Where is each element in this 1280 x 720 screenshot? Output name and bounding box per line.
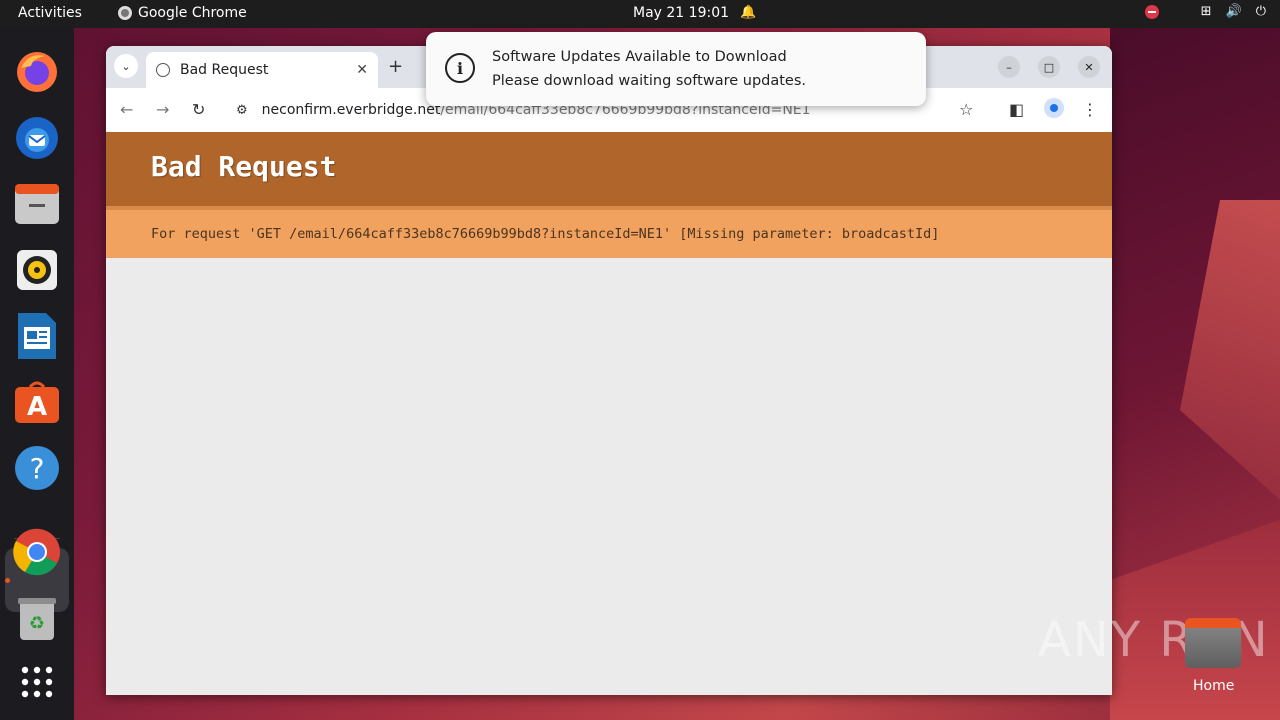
power-icon: ⏻ (1255, 4, 1266, 19)
chevron-down-icon: ⌄ (121, 59, 131, 73)
tab-bad-request[interactable]: Bad Request ✕ (146, 52, 378, 88)
bell-icon[interactable]: 🔔 (740, 5, 756, 20)
svg-text:A: A (27, 392, 47, 422)
tab-search-button[interactable]: ⌄ (114, 54, 138, 78)
firefox-icon[interactable] (13, 48, 61, 96)
svg-text:♻: ♻ (29, 613, 45, 634)
maximize-button[interactable]: □ (1038, 56, 1060, 78)
forward-button[interactable]: → (156, 100, 169, 119)
system-tray[interactable]: ⊞ 🔊 ⏻ (1144, 4, 1266, 19)
page-title: Bad Request (151, 150, 337, 183)
help-icon[interactable]: ? (13, 444, 61, 492)
globe-icon (156, 63, 170, 77)
error-message-box: For request 'GET /email/664caff33eb8c766… (106, 210, 1112, 258)
app-menu[interactable]: Google Chrome (118, 5, 247, 21)
thunderbird-icon[interactable] (13, 114, 61, 162)
info-icon: i (445, 53, 475, 83)
menu-icon[interactable]: ⋮ (1082, 100, 1098, 119)
url-host: neconfirm.everbridge.net (261, 102, 441, 118)
back-button[interactable]: ← (120, 100, 133, 119)
bookmark-star-icon[interactable]: ☆ (959, 100, 973, 119)
home-label[interactable]: Home (1193, 678, 1234, 694)
site-info-icon[interactable]: ⚙ (236, 103, 248, 118)
error-header: Bad Request (106, 132, 1112, 206)
files-icon[interactable] (13, 180, 61, 228)
chrome-icon (118, 6, 132, 20)
app-center-icon[interactable]: A (13, 378, 61, 426)
rhythmbox-icon[interactable] (13, 246, 61, 294)
chrome-window: ⌄ Bad Request ✕ + – □ ✕ ← → ↻ ⚙ neconfir… (106, 46, 1112, 695)
notification-body: Please download waiting software updates… (492, 73, 807, 89)
running-indicator (5, 578, 10, 583)
show-apps-icon[interactable] (13, 658, 61, 706)
error-message: For request 'GET /email/664caff33eb8c766… (151, 226, 940, 242)
app-name-label: Google Chrome (138, 5, 247, 21)
top-bar: Activities Google Chrome May 21 19:01 🔔 … (0, 0, 1280, 28)
network-icon: ⊞ (1200, 4, 1212, 19)
svg-text:?: ? (30, 452, 45, 485)
new-tab-button[interactable]: + (388, 56, 403, 77)
side-panel-icon[interactable]: ◧ (1009, 100, 1024, 119)
page-content: Bad Request For request 'GET /email/664c… (106, 132, 1112, 695)
volume-icon: 🔊 (1225, 4, 1242, 19)
clock[interactable]: May 21 19:01 (633, 5, 729, 21)
tab-title: Bad Request (180, 62, 269, 78)
do-not-disturb-icon (1144, 4, 1159, 19)
dock: A ? ♻ (0, 28, 74, 720)
notification-banner[interactable]: i Software Updates Available to Download… (426, 32, 926, 106)
close-window-button[interactable]: ✕ (1078, 56, 1100, 78)
trash-icon[interactable]: ♻ (13, 594, 61, 642)
home-folder-icon[interactable] (1185, 618, 1241, 668)
minimize-button[interactable]: – (998, 56, 1020, 78)
profile-avatar[interactable] (1044, 98, 1064, 118)
chrome-icon[interactable] (13, 528, 61, 576)
activities-button[interactable]: Activities (18, 5, 82, 21)
reload-button[interactable]: ↻ (192, 100, 205, 119)
notification-title: Software Updates Available to Download (492, 49, 787, 65)
libreoffice-writer-icon[interactable] (13, 312, 61, 360)
close-icon[interactable]: ✕ (356, 62, 368, 78)
